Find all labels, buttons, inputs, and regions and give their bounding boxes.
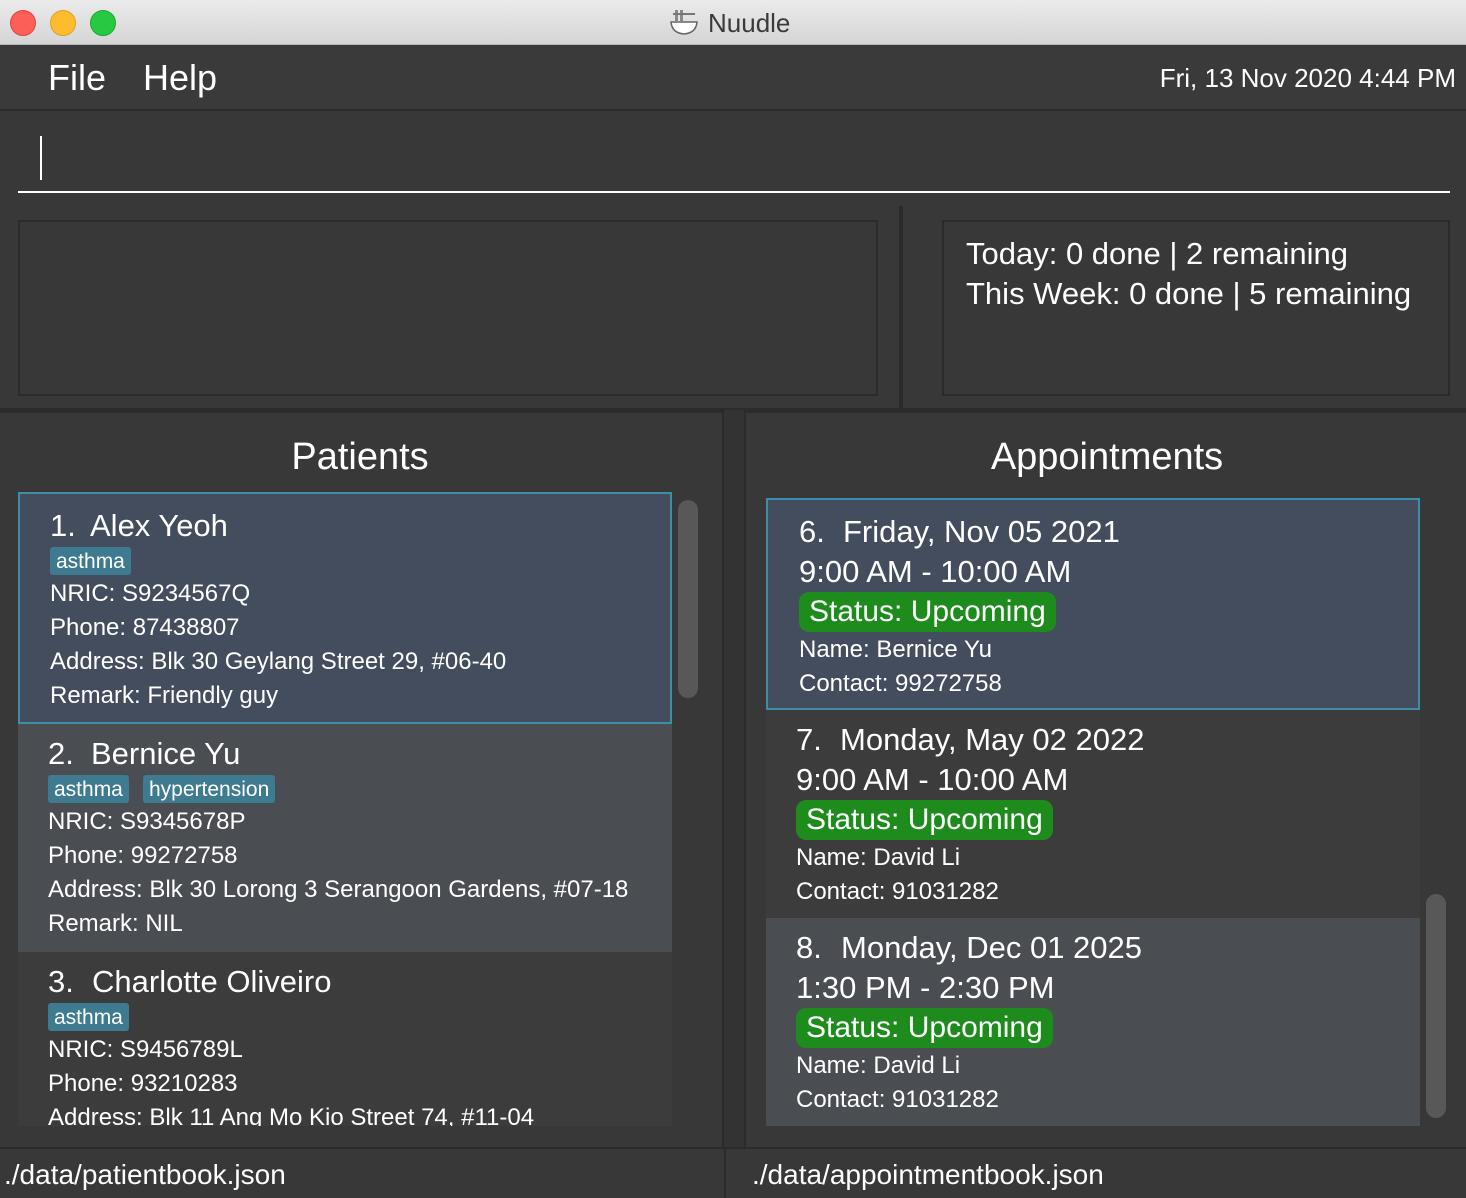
menu-file[interactable]: File (48, 57, 106, 99)
window-titlebar: Nuudle (0, 0, 1466, 45)
zoom-window-button[interactable] (90, 10, 116, 36)
appointment-card-8[interactable]: 8. Monday, Dec 01 2025 1:30 PM - 2:30 PM… (766, 918, 1420, 1126)
command-box (0, 111, 1466, 209)
patient-phone: Phone: 87438807 (50, 614, 240, 641)
patients-title: Patients (291, 436, 429, 478)
tag-hypertension: hypertension (143, 775, 276, 803)
text-caret (40, 136, 42, 180)
patient-file-path: ./data/patientbook.json (4, 1159, 286, 1190)
appointment-time: 1:30 PM - 2:30 PM (796, 970, 1055, 1005)
appointments-scrollbar[interactable] (1426, 894, 1446, 1118)
appointment-card-7[interactable]: 7. Monday, May 02 2022 9:00 AM - 10:00 A… (766, 710, 1420, 918)
appointment-time: 9:00 AM - 10:00 AM (796, 762, 1069, 797)
appointment-file-path: ./data/appointmentbook.json (752, 1159, 1104, 1190)
appointment-date: Monday, Dec 01 2025 (841, 930, 1143, 965)
patients-scrollbar[interactable] (678, 500, 698, 698)
patient-card-3[interactable]: 3. Charlotte Oliveiro asthma NRIC: S9456… (18, 952, 672, 1126)
patient-name: Alex Yeoh (90, 508, 228, 543)
status-badge: Status: Upcoming (799, 592, 1056, 632)
pane-divider[interactable] (722, 410, 746, 1147)
menu-help[interactable]: Help (143, 57, 217, 99)
window-title: Nuudle (708, 8, 791, 38)
tag-asthma: asthma (50, 547, 131, 575)
appointment-contact: Contact: 99272758 (799, 670, 1002, 697)
appointments-title: Appointments (990, 436, 1224, 478)
footer-divider (724, 1149, 726, 1198)
appointment-time: 9:00 AM - 10:00 AM (799, 554, 1072, 589)
patient-card-2[interactable]: 2. Bernice Yu asthma hypertension NRIC: … (18, 724, 672, 952)
appointment-date: Monday, May 02 2022 (840, 722, 1145, 757)
patient-index: 3. (48, 964, 74, 999)
patient-index: 1. (50, 508, 76, 543)
patient-name: Bernice Yu (91, 736, 241, 771)
appointment-contact: Contact: 91031282 (796, 1086, 999, 1113)
patient-phone: Phone: 93210283 (48, 1070, 238, 1097)
tag-asthma: asthma (48, 1003, 129, 1031)
patient-card-1[interactable]: 1. Alex Yeoh asthma NRIC: S9234567Q Phon… (18, 492, 672, 724)
patient-remark: Remark: NIL (48, 910, 183, 937)
status-bar: ./data/patientbook.json ./data/appointme… (0, 1147, 1466, 1198)
patient-nric: NRIC: S9456789L (48, 1036, 243, 1063)
appointment-patient-name: Name: David Li (796, 844, 961, 871)
info-divider (899, 206, 903, 408)
appointment-card-6[interactable]: 6. Friday, Nov 05 2021 9:00 AM - 10:00 A… (766, 498, 1420, 710)
appointment-patient-name: Name: David Li (796, 1052, 961, 1079)
patient-index: 2. (48, 736, 74, 771)
stats-week: This Week: 0 done | 5 remaining (966, 276, 1412, 311)
appointment-contact: Contact: 91031282 (796, 878, 999, 905)
patient-address: Address: Blk 11 Ang Mo Kio Street 74, #1… (48, 1104, 535, 1126)
patient-nric: NRIC: S9345678P (48, 808, 246, 835)
patient-address: Address: Blk 30 Lorong 3 Serangoon Garde… (48, 876, 629, 903)
result-display[interactable] (18, 220, 878, 396)
patient-name: Charlotte Oliveiro (92, 964, 332, 999)
appointment-index: 6. (799, 514, 825, 549)
status-badge: Status: Upcoming (796, 1008, 1053, 1048)
patient-nric: NRIC: S9234567Q (50, 580, 251, 607)
appointment-date: Friday, Nov 05 2021 (843, 514, 1120, 549)
minimize-window-button[interactable] (50, 10, 76, 36)
patient-phone: Phone: 99272758 (48, 842, 238, 869)
tag-asthma: asthma (48, 775, 129, 803)
close-window-button[interactable] (10, 10, 36, 36)
stats-today: Today: 0 done | 2 remaining (966, 236, 1349, 271)
appointment-patient-name: Name: Bernice Yu (799, 636, 992, 663)
appointment-index: 8. (796, 930, 822, 965)
current-datetime: Fri, 13 Nov 2020 4:44 PM (1159, 63, 1456, 93)
command-input[interactable] (18, 133, 1450, 193)
status-badge: Status: Upcoming (796, 800, 1053, 840)
menu-bar: File Help Fri, 13 Nov 2020 4:44 PM (0, 45, 1466, 111)
patient-remark: Remark: Friendly guy (50, 682, 279, 709)
patient-address: Address: Blk 30 Geylang Street 29, #06-4… (50, 648, 507, 675)
appointment-index: 7. (796, 722, 822, 757)
noodle-bowl-icon (670, 10, 698, 35)
